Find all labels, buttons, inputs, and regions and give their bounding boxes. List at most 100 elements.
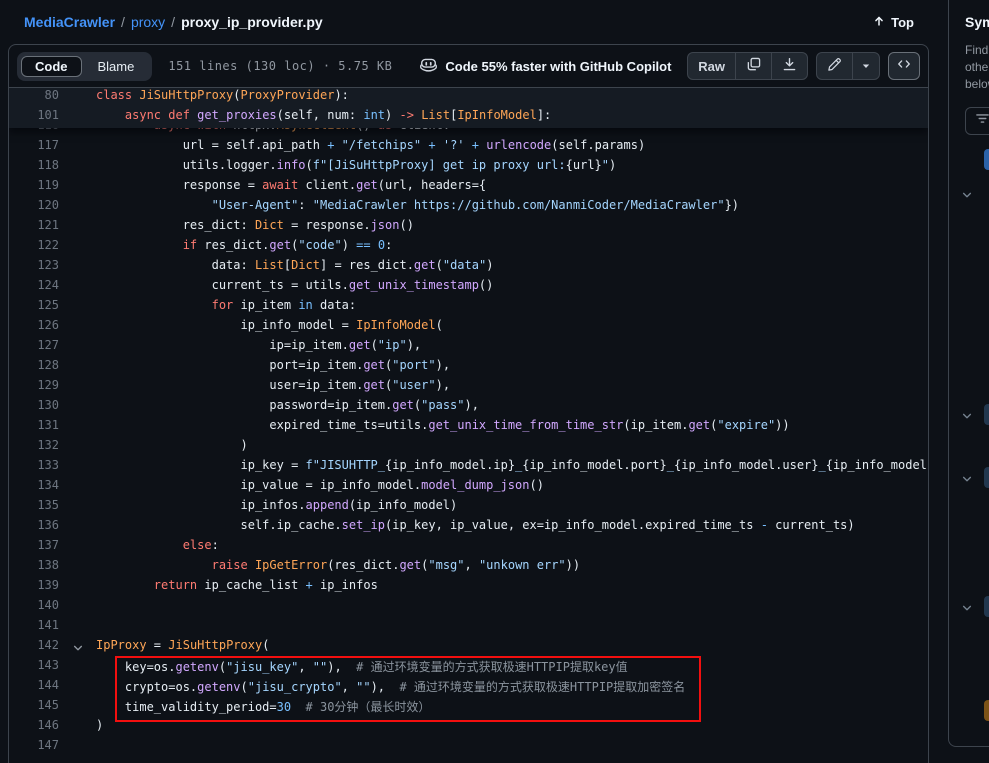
line-number[interactable]: 101 [9,108,59,128]
back-to-top-label: Top [891,15,914,30]
symbols-panel-toggle-button[interactable] [888,52,920,80]
code-text: crypto=os.getenv("jisu_crypto", ""), # 通… [96,678,685,698]
code-text: ip_value = ip_info_model.model_dump_json… [96,478,544,498]
download-raw-button[interactable] [772,53,807,79]
chevron-down-icon[interactable] [961,601,973,619]
line-number[interactable]: 123 [9,258,59,278]
line-number[interactable]: 118 [9,158,59,178]
code-line: 129 user=ip_item.get("user"), [9,378,928,398]
symbol-tree-row[interactable] [949,596,989,618]
copilot-banner-label: Code 55% faster with GitHub Copilot [445,59,671,74]
line-number[interactable]: 130 [9,398,59,418]
gutter-spacer [59,558,96,578]
breadcrumb-dir-link[interactable]: proxy [131,14,165,30]
gutter-spacer [59,238,96,258]
line-number[interactable]: 145 [9,698,59,718]
line-number[interactable]: 143 [9,658,59,678]
line-number[interactable]: 144 [9,678,59,698]
symbol-tree-row[interactable] [949,149,989,171]
symbol-tree-row[interactable] [949,700,989,722]
code-text: user=ip_item.get("user"), [96,378,450,398]
line-number[interactable]: 133 [9,458,59,478]
download-icon [782,57,797,75]
code-line: 146) [9,718,928,738]
edit-file-button[interactable] [817,53,853,79]
breadcrumb-repo-link[interactable]: MediaCrawler [24,14,115,30]
line-number[interactable]: 141 [9,618,59,638]
raw-button[interactable]: Raw [688,53,736,79]
copy-raw-button[interactable] [736,53,772,79]
line-number[interactable]: 134 [9,478,59,498]
chevron-down-icon[interactable] [961,472,973,490]
code-line: 119 response = await client.get(url, hea… [9,178,928,198]
line-number[interactable]: 140 [9,598,59,618]
gutter-spacer [59,718,96,738]
line-number[interactable]: 139 [9,578,59,598]
line-number[interactable]: 119 [9,178,59,198]
code-text: utils.logger.info(f"[JiSuHttpProxy] get … [96,158,616,178]
code-line: 143 key=os.getenv("jisu_key", ""), # 通过环… [9,658,928,678]
line-number[interactable]: 132 [9,438,59,458]
code-line: 135 ip_infos.append(ip_info_model) [9,498,928,518]
chevron-down-icon[interactable] [961,188,973,206]
symbol-tree-row[interactable] [949,467,989,489]
code-line: 140 [9,598,928,618]
line-number[interactable]: 127 [9,338,59,358]
symbol-tree-row[interactable] [949,404,989,426]
chevron-down-icon[interactable] [961,409,973,427]
tab-code[interactable]: Code [21,56,82,77]
file-toolbar: Code Blame 151 lines (130 loc) · 5.75 KB… [9,45,928,88]
line-number[interactable]: 128 [9,358,59,378]
gutter-spacer [59,278,96,298]
code-line: 136 self.ip_cache.set_ip(ip_key, ip_valu… [9,518,928,538]
github-code-view-page: { "colors": { "background": "#0d1117", "… [0,0,989,763]
line-number[interactable]: 125 [9,298,59,318]
line-number[interactable]: 129 [9,378,59,398]
tab-blame[interactable]: Blame [84,56,149,77]
line-number[interactable]: 135 [9,498,59,518]
line-number[interactable]: 146 [9,718,59,738]
line-number[interactable]: 117 [9,138,59,158]
file-stats: 151 lines (130 loc) · 5.75 KB [168,59,392,73]
code-line: 134 ip_value = ip_info_model.model_dump_… [9,478,928,498]
line-number[interactable]: 131 [9,418,59,438]
code-icon [897,57,911,76]
breadcrumb: MediaCrawler / proxy / proxy_ip_provider… [8,0,930,44]
code-line: 121 res_dict: Dict = response.json() [9,218,928,238]
gutter-spacer [59,578,96,598]
code-line: 126 ip_info_model = IpInfoModel( [9,318,928,338]
gutter-spacer [59,538,96,558]
line-number[interactable]: 142 [9,638,59,658]
code-text: "User-Agent": "MediaCrawler https://gith… [96,198,739,218]
line-number[interactable]: 147 [9,738,59,758]
gutter-spacer [59,518,96,538]
code-line: 141 [9,618,928,638]
symbol-tree-row[interactable] [949,183,989,205]
line-number[interactable]: 138 [9,558,59,578]
fold-chevron-down-icon[interactable] [59,638,96,658]
code-text: ip_key = f"JISUHTTP_{ip_info_model.ip}_{… [96,458,927,478]
code-line: 120 "User-Agent": "MediaCrawler https://… [9,198,928,218]
breadcrumb-filename: proxy_ip_provider.py [181,14,323,30]
code-text: res_dict: Dict = response.json() [96,218,414,238]
symbols-filter-box[interactable] [965,107,989,135]
line-number[interactable]: 122 [9,238,59,258]
gutter-spacer [59,338,96,358]
edit-menu-button[interactable] [853,53,879,79]
code-line: 147 [9,738,928,758]
copilot-banner[interactable]: Code 55% faster with GitHub Copilot [420,56,671,76]
line-number[interactable]: 120 [9,198,59,218]
line-number[interactable]: 137 [9,538,59,558]
back-to-top-button[interactable]: Top [872,14,914,31]
code-text: self.ip_cache.set_ip(ip_key, ip_value, e… [96,518,855,538]
line-number[interactable]: 121 [9,218,59,238]
line-number[interactable]: 126 [9,318,59,338]
raw-copy-download-group: Raw [687,52,808,80]
line-number[interactable]: 124 [9,278,59,298]
filter-icon [975,111,989,131]
gutter-spacer [59,738,96,758]
line-number[interactable]: 136 [9,518,59,538]
code-line: 123 data: List[Dict] = res_dict.get("dat… [9,258,928,278]
code-line: 142IpProxy = JiSuHttpProxy( [9,638,928,658]
line-number[interactable]: 80 [9,88,59,108]
